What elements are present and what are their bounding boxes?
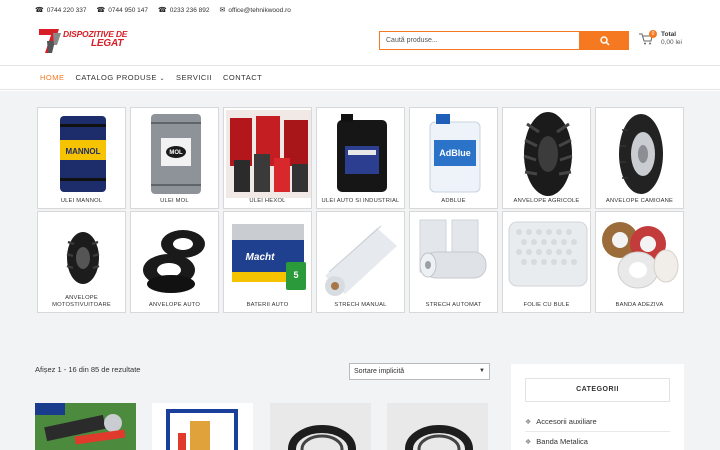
svg-text:MANNOL: MANNOL [65, 147, 100, 156]
svg-text:Macht: Macht [246, 252, 276, 263]
category-label: ULEI MANNOL [60, 198, 103, 204]
chevron-down-icon: ▼ [479, 368, 485, 374]
divider [525, 431, 670, 432]
category-tile-mol[interactable]: MOL ULEI MOL [130, 107, 219, 209]
category-tile-bubble-wrap[interactable]: FOLIE CU BULE [502, 211, 591, 313]
search-icon [599, 35, 610, 46]
sidebar-title: CATEGORII [525, 378, 670, 402]
mannol-barrel-icon: MANNOL [60, 116, 106, 192]
stretch-roll-icon [325, 225, 397, 296]
product-card[interactable] [387, 403, 488, 450]
car-battery-icon: Macht 5 [232, 224, 306, 290]
email-contact[interactable]: ✉ office@tehnikwood.ro [219, 6, 291, 15]
envelope-icon: ✉ [219, 7, 226, 14]
site-logo[interactable]: DISPOZITIVE DE LEGAT [37, 27, 129, 55]
phone-contact[interactable]: ☎ 0744 950 147 [96, 6, 149, 15]
cart-amount: 0,00 lei [661, 39, 682, 46]
svg-text:5: 5 [293, 270, 298, 280]
top-contact-bar: ☎ 0744 220 337 ☎ 0744 950 147 ☎ 0233 236 89… [35, 4, 291, 16]
car-tires-icon [143, 230, 205, 293]
nav-catalog[interactable]: CATALOG PRODUSE ⌄ [76, 73, 166, 82]
svg-text:AdBlue: AdBlue [439, 148, 471, 158]
category-tile-auto-industrial[interactable]: ULEI AUTO SI INDUSTRIAL [316, 107, 405, 209]
adblue-canister-icon: AdBlue [429, 114, 481, 193]
steel-strap-coil-icon [288, 425, 356, 450]
phone-icon: ☎ [158, 7, 167, 14]
category-tile-truck-tires[interactable]: ANVELOPE CAMIOANE [595, 107, 684, 209]
search-button[interactable] [580, 31, 629, 50]
sidebar-item-accesorii[interactable]: ❖ Accesorii auxiliare [525, 417, 597, 426]
category-label: ADBLUE [441, 198, 466, 204]
cart-total-label: Total [661, 31, 677, 38]
mol-barrel-icon: MOL [151, 114, 201, 194]
nav-home[interactable]: HOME [40, 73, 65, 82]
category-tile-mannol[interactable]: MANNOL ULEI MANNOL [37, 107, 126, 209]
wrapping-machine-icon [166, 409, 238, 450]
category-tile-tape[interactable]: BANDA ADEZIVA [595, 211, 684, 313]
hexol-cans-icon [226, 110, 311, 198]
svg-text:MOL: MOL [169, 150, 183, 156]
mini-cart[interactable]: 0 Total 0,00 lei [639, 30, 699, 50]
sparkle-icon: ❖ [525, 418, 532, 426]
phone-contact[interactable]: ☎ 0233 236 892 [158, 6, 210, 15]
category-tile-adblue[interactable]: AdBlue ADBLUE [409, 107, 498, 209]
tape-rolls-icon [602, 222, 679, 289]
product-card[interactable] [152, 403, 253, 450]
stretch-rolls-icon [419, 219, 487, 279]
product-card[interactable] [270, 403, 371, 450]
results-count: Afișez 1 - 16 din 85 de rezultate [35, 365, 141, 374]
truck-tire-icon [619, 114, 663, 194]
category-tile-stretch-auto[interactable]: STRECH AUTOMAT [409, 211, 498, 313]
category-tile-battery[interactable]: Macht 5 BATERII AUTO [223, 211, 312, 313]
category-label: STRECH MANUAL [334, 302, 387, 308]
chevron-down-icon: ⌄ [159, 76, 166, 82]
category-sidebar: CATEGORII ❖ Accesorii auxiliare ❖ Banda … [511, 364, 684, 450]
category-label: ULEI HEXOL [249, 198, 286, 204]
agricultural-tire-icon [523, 112, 573, 196]
steel-strap-coil-icon [405, 425, 473, 450]
main-nav: HOME CATALOG PRODUSE ⌄ SERVICII CONTACT [0, 65, 720, 90]
category-tile-forklift[interactable]: ANVELOPE MOTOSTIVUITOARE [37, 211, 126, 313]
category-label: ANVELOPE CAMIOANE [605, 198, 674, 204]
category-tile-agricultural[interactable]: ANVELOPE AGRICOLE [502, 107, 591, 209]
sort-select[interactable]: Sortare implicită ▼ [349, 363, 490, 380]
forklift-tire-icon [66, 232, 100, 284]
search-input[interactable]: Caută produse... [379, 31, 580, 50]
logo-text: DISPOZITIVE DE LEGAT [63, 29, 128, 49]
category-tile-stretch-manual[interactable]: STRECH MANUAL [316, 211, 405, 313]
category-label: ANVELOPE AGRICOLE [513, 198, 580, 204]
strapping-tool-icon [35, 403, 136, 450]
category-label: ANVELOPE AUTO [148, 302, 201, 308]
phone-icon: ☎ [35, 7, 44, 14]
black-canister-icon [337, 114, 387, 192]
category-label: BATERII AUTO [246, 302, 289, 308]
category-label: FOLIE CU BULE [523, 302, 570, 308]
phone-icon: ☎ [96, 7, 106, 14]
sparkle-icon: ❖ [525, 438, 532, 446]
category-label: STRECH AUTOMAT [425, 302, 482, 308]
nav-services[interactable]: SERVICII [176, 73, 212, 82]
product-card[interactable] [35, 403, 136, 450]
cart-count-badge: 0 [649, 30, 657, 38]
sidebar-item-banda-metalica[interactable]: ❖ Banda Metalica [525, 437, 588, 446]
category-tile-hexol[interactable]: ULEI HEXOL [223, 107, 312, 209]
bubble-wrap-icon [508, 221, 588, 287]
category-label: BANDA ADEZIVA [615, 302, 664, 308]
phone-contact[interactable]: ☎ 0744 220 337 [35, 6, 87, 15]
category-label: ANVELOPE MOTOSTIVUITOARE [52, 295, 111, 308]
category-label: ULEI AUTO SI INDUSTRIAL [321, 198, 400, 204]
nav-contact[interactable]: CONTACT [223, 73, 262, 82]
category-tile-car-tires[interactable]: ANVELOPE AUTO [130, 211, 219, 313]
category-label: ULEI MOL [160, 198, 189, 204]
